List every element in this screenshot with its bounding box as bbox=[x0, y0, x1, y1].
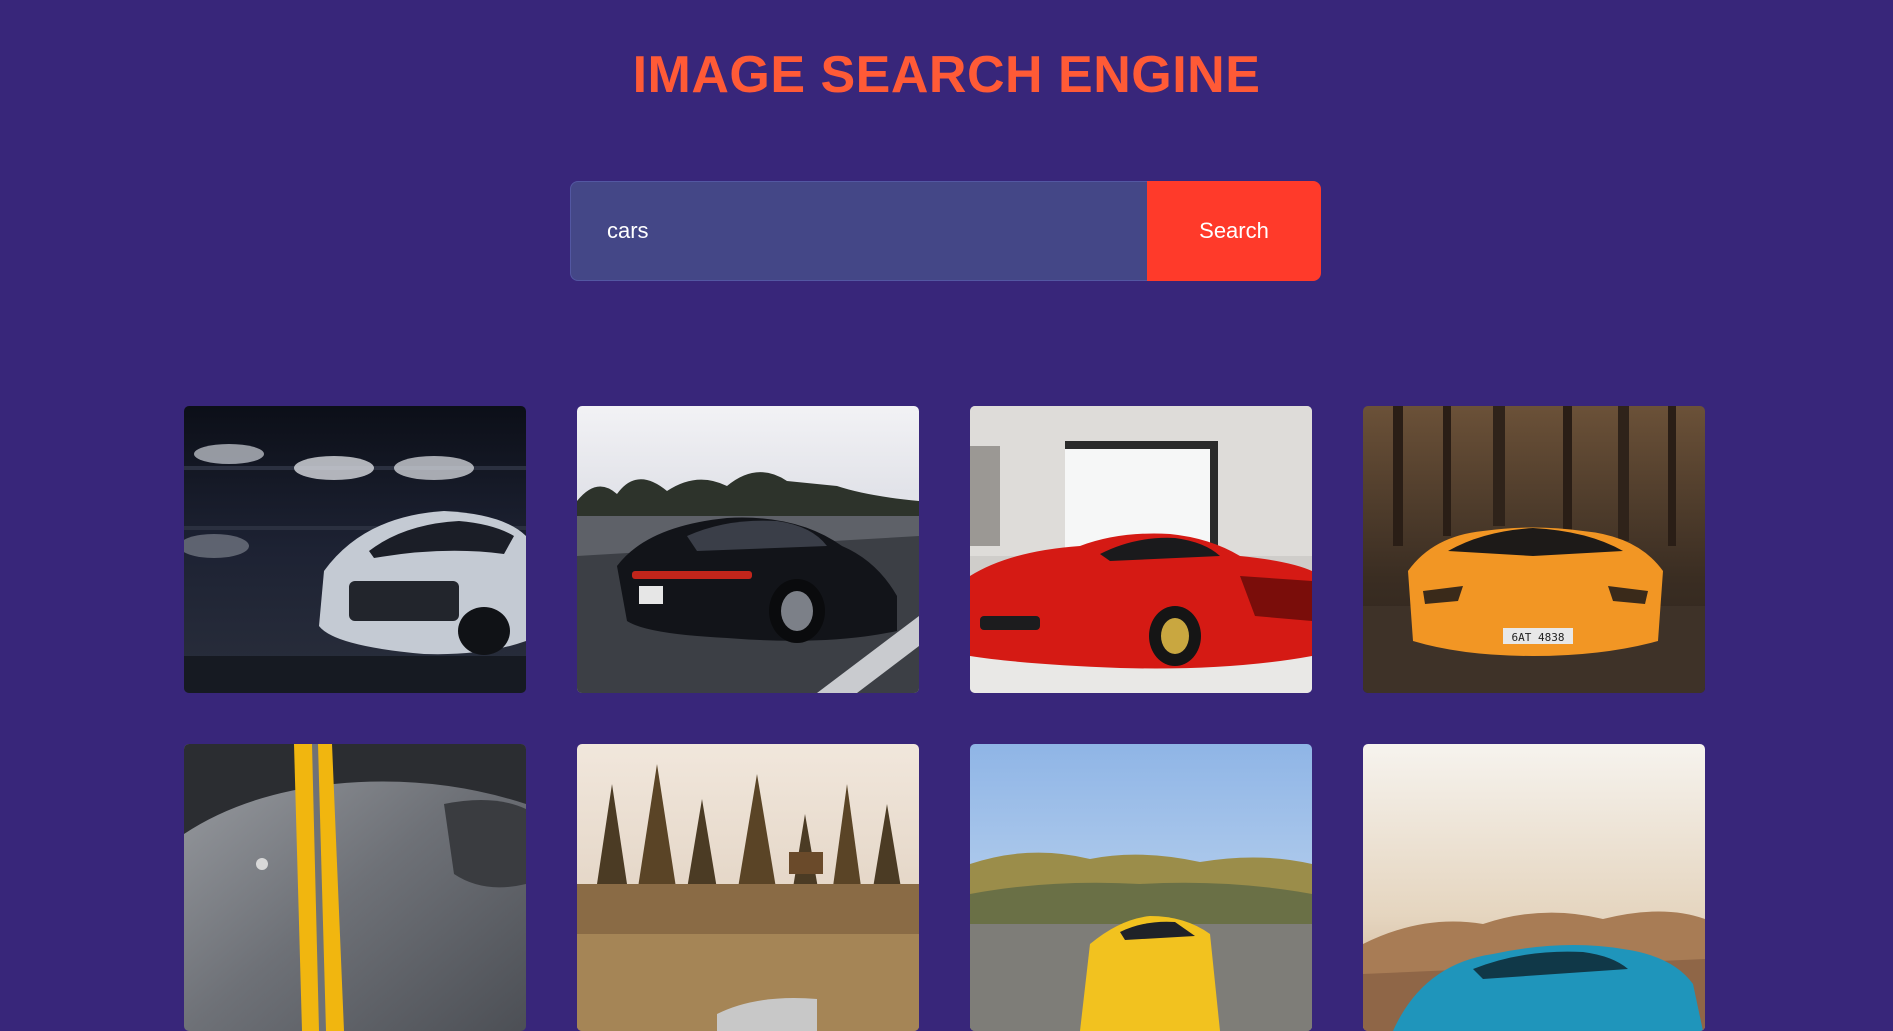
white-camaro-image bbox=[184, 406, 526, 693]
search-form: Search bbox=[570, 181, 1321, 281]
red-ferrari-image bbox=[970, 406, 1312, 693]
result-image[interactable]: 6AT 4838 bbox=[1363, 406, 1705, 693]
svg-text:6AT 4838: 6AT 4838 bbox=[1512, 631, 1565, 644]
blue-camaro-image bbox=[1363, 744, 1705, 1031]
result-image[interactable] bbox=[184, 744, 526, 1031]
result-image[interactable] bbox=[184, 406, 526, 693]
car-pine-trees-image bbox=[577, 744, 919, 1031]
yellow-sports-car-image bbox=[970, 744, 1312, 1031]
result-image[interactable] bbox=[577, 744, 919, 1031]
result-image[interactable] bbox=[1363, 744, 1705, 1031]
result-image[interactable] bbox=[970, 744, 1312, 1031]
result-image[interactable] bbox=[970, 406, 1312, 693]
search-input[interactable] bbox=[570, 181, 1147, 281]
page-title: IMAGE SEARCH ENGINE bbox=[632, 46, 1261, 104]
search-button[interactable]: Search bbox=[1147, 181, 1321, 281]
orange-lamborghini-image: 6AT 4838 bbox=[1363, 406, 1705, 693]
results-grid: 6AT 4838 bbox=[184, 406, 1705, 1031]
black-porsche-image bbox=[577, 406, 919, 693]
result-image[interactable] bbox=[577, 406, 919, 693]
grey-car-stripe-image bbox=[184, 744, 526, 1031]
